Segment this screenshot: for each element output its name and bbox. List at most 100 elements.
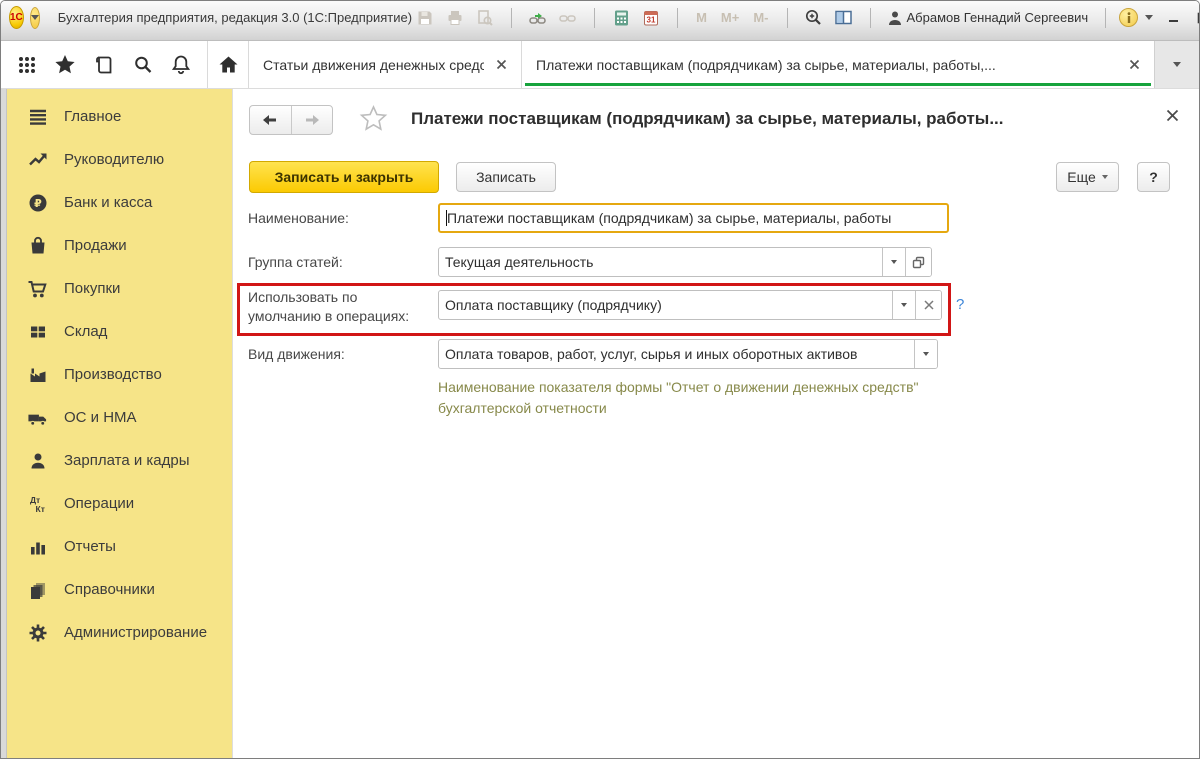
divider <box>787 8 788 28</box>
sidebar-item-production[interactable]: Производство <box>7 353 232 396</box>
split-window-icon[interactable] <box>831 7 857 29</box>
star-outline-icon <box>359 105 388 132</box>
sidebar-item-warehouse[interactable]: Склад <box>7 310 232 353</box>
history-icon[interactable] <box>91 52 117 78</box>
sidebar-item-directories[interactable]: Справочники <box>7 568 232 611</box>
sidebar-item-manager[interactable]: Руководителю <box>7 138 232 181</box>
user-name: Абрамов Геннадий Сергеевич <box>907 10 1089 25</box>
field-help-link[interactable]: ? <box>956 296 964 313</box>
tab-close-icon[interactable] <box>496 59 507 70</box>
maximize-button[interactable] <box>1190 8 1200 28</box>
sidebar-item-sales[interactable]: Продажи <box>7 224 232 267</box>
tab-supplier-payments[interactable]: Платежи поставщикам (подрядчикам) за сыр… <box>522 41 1154 88</box>
default-operation-select[interactable]: Оплата поставщику (подрядчику) <box>438 290 942 320</box>
tab-cash-flow-items[interactable]: Статьи движения денежных средств <box>249 41 521 88</box>
main-menu-button[interactable] <box>30 7 40 29</box>
svg-text:Кт: Кт <box>35 504 44 514</box>
save-button[interactable]: Записать <box>456 162 556 192</box>
user-icon <box>888 10 902 26</box>
divider <box>511 8 512 28</box>
add-to-favorites-button[interactable] <box>359 105 388 137</box>
sidebar-item-bank-cash[interactable]: ₽ Банк и касса <box>7 181 232 224</box>
chevron-down-icon <box>1102 175 1108 179</box>
movement-kind-dropdown-button[interactable] <box>914 340 937 368</box>
group-select[interactable]: Текущая деятельность <box>438 247 932 277</box>
sidebar-item-operations[interactable]: ДтКт Операции <box>7 482 232 525</box>
back-button[interactable] <box>250 106 292 134</box>
sidebar-item-salary-hr[interactable]: Зарплата и кадры <box>7 439 232 482</box>
sidebar-item-label: Отчеты <box>64 538 116 555</box>
calculator-icon[interactable] <box>608 7 634 29</box>
truck-icon <box>27 407 48 428</box>
sidebar-item-administration[interactable]: Администрирование <box>7 611 232 654</box>
window-title: Бухгалтерия предприятия, редакция 3.0 (1… <box>58 10 412 25</box>
page-title: Платежи поставщикам (подрядчикам) за сыр… <box>411 109 1151 129</box>
svg-text:₽: ₽ <box>34 198 42 210</box>
cart-icon <box>27 278 48 299</box>
default-operation-clear-button[interactable] <box>915 291 941 319</box>
memory-minus-button: M- <box>748 10 773 25</box>
movement-kind-select[interactable]: Оплата товаров, работ, услуг, сырья и ин… <box>438 339 938 369</box>
boxes-icon <box>27 321 48 342</box>
books-icon <box>27 579 48 600</box>
sidebar-item-label: Продажи <box>64 237 127 254</box>
movement-kind-value: Оплата товаров, работ, услуг, сырья и ин… <box>439 340 914 368</box>
bar-chart-icon <box>27 536 48 557</box>
group-dropdown-button[interactable] <box>882 248 905 276</box>
titlebar-toolbar: 31 M M+ M- Абрамов Геннадий Сергеевич <box>412 7 1200 29</box>
help-button[interactable]: ? <box>1137 162 1170 192</box>
attach-link-icon[interactable] <box>525 7 551 29</box>
group-open-button[interactable] <box>905 248 931 276</box>
trend-icon <box>27 149 48 170</box>
quick-access-panel <box>1 41 207 88</box>
current-user[interactable]: Абрамов Геннадий Сергеевич <box>888 10 1089 26</box>
sidebar-item-label: Производство <box>64 366 162 383</box>
default-operation-dropdown-button[interactable] <box>892 291 915 319</box>
info-chevron-icon[interactable] <box>1145 15 1153 20</box>
tab-close-icon[interactable] <box>1129 59 1140 70</box>
sidebar-item-reports[interactable]: Отчеты <box>7 525 232 568</box>
notifications-icon[interactable] <box>168 52 194 78</box>
forward-button[interactable] <box>292 106 333 134</box>
open-in-list-icon <box>912 256 925 269</box>
sidebar-item-label: Зарплата и кадры <box>64 452 190 469</box>
close-form-button[interactable] <box>1166 109 1179 127</box>
divider <box>1105 8 1106 28</box>
more-button-label: Еще <box>1067 169 1096 185</box>
tab-list-button[interactable] <box>1154 41 1199 88</box>
chevron-down-icon <box>891 260 897 264</box>
sidebar-item-purchases[interactable]: Покупки <box>7 267 232 310</box>
chevron-down-icon <box>31 15 39 20</box>
minimize-button[interactable] <box>1160 8 1186 28</box>
app-window: 1С Бухгалтерия предприятия, редакция 3.0… <box>0 0 1200 759</box>
tab-label: Платежи поставщикам (подрядчикам) за сыр… <box>536 57 1117 73</box>
search-icon[interactable] <box>130 52 156 78</box>
active-tab-indicator <box>525 83 1151 86</box>
link-icon <box>555 7 581 29</box>
info-icon <box>1125 12 1133 23</box>
more-button[interactable]: Еще <box>1056 162 1119 192</box>
field-label-movement-kind: Вид движения: <box>248 346 345 362</box>
sidebar-item-label: Администрирование <box>64 624 207 641</box>
preview-icon <box>472 7 498 29</box>
favorites-icon[interactable] <box>52 52 78 78</box>
home-icon <box>218 55 239 74</box>
person-icon <box>27 450 48 471</box>
group-select-value: Текущая деятельность <box>439 248 882 276</box>
name-input[interactable]: Платежи поставщикам (подрядчикам) за сыр… <box>438 203 949 233</box>
forward-arrow-icon <box>304 113 320 127</box>
zoom-icon[interactable] <box>801 7 827 29</box>
factory-icon <box>27 364 48 385</box>
tools-menu-icon[interactable] <box>14 52 40 78</box>
save-and-close-button[interactable]: Записать и закрыть <box>249 161 439 193</box>
dt-kt-icon: ДтКт <box>27 493 48 514</box>
sidebar-item-label: Операции <box>64 495 134 512</box>
calendar-icon[interactable]: 31 <box>638 7 664 29</box>
info-button[interactable] <box>1119 8 1138 27</box>
sidebar-item-label: ОС и НМА <box>64 409 137 426</box>
sidebar-item-main[interactable]: Главное <box>7 95 232 138</box>
sidebar-item-label: Банк и касса <box>64 194 152 211</box>
sidebar-item-fixed-assets[interactable]: ОС и НМА <box>7 396 232 439</box>
calendar-day: 31 <box>647 15 656 24</box>
home-button[interactable] <box>208 41 248 88</box>
